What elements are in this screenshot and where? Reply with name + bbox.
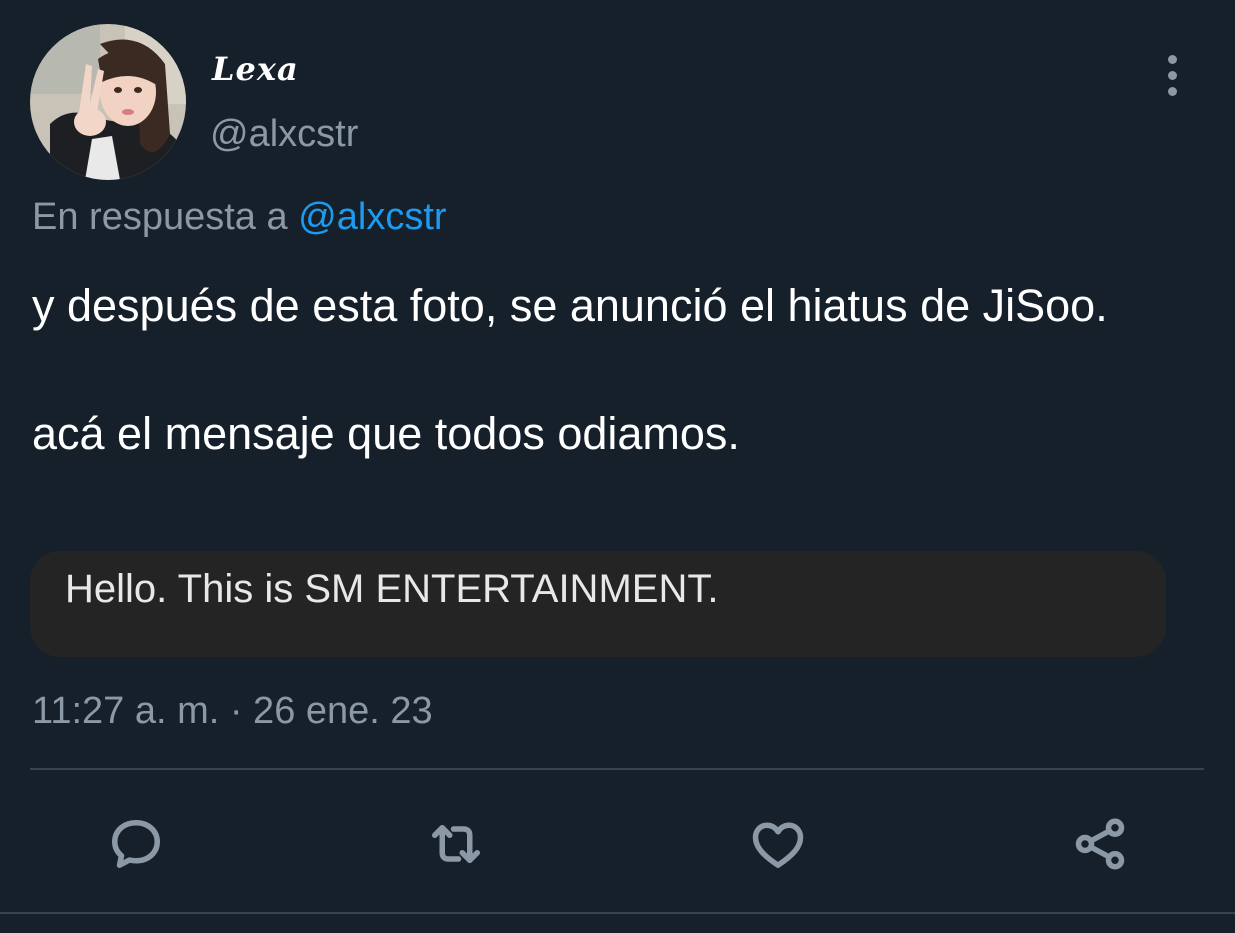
user-handle[interactable]: @alxcstr [210,113,358,156]
like-button[interactable] [746,812,810,876]
divider [30,768,1204,770]
reply-mention-link[interactable]: @alxcstr [298,196,446,238]
more-vertical-icon [1167,54,1177,96]
reply-icon [112,820,160,868]
tweet-text: y después de esta foto, se anunció el hi… [32,274,1192,466]
reply-context: En respuesta a @alxcstr [32,196,447,239]
display-name[interactable]: Lexa [212,50,299,88]
retweet-button[interactable] [424,812,488,876]
bottom-divider [0,912,1235,914]
tweet-text-paragraph-2: acá el mensaje que todos odiamos. [32,408,740,459]
attached-message-image[interactable]: Hello. This is SM ENTERTAINMENT. [30,551,1166,657]
reply-button[interactable] [104,812,168,876]
share-button[interactable] [1068,812,1132,876]
share-icon [1075,818,1125,870]
retweet-icon [432,825,480,863]
attached-message-text: Hello. This is SM ENTERTAINMENT. [65,567,719,611]
more-options-button[interactable] [1150,50,1194,100]
tweet-timestamp[interactable]: 11:27 a. m. · 26 ene. 23 [32,690,433,733]
avatar[interactable] [30,24,186,180]
heart-icon [752,822,804,868]
tweet-text-paragraph-1: y después de esta foto, se anunció el hi… [32,280,1108,331]
reply-prefix: En respuesta a [32,196,288,238]
avatar-image [30,24,186,180]
